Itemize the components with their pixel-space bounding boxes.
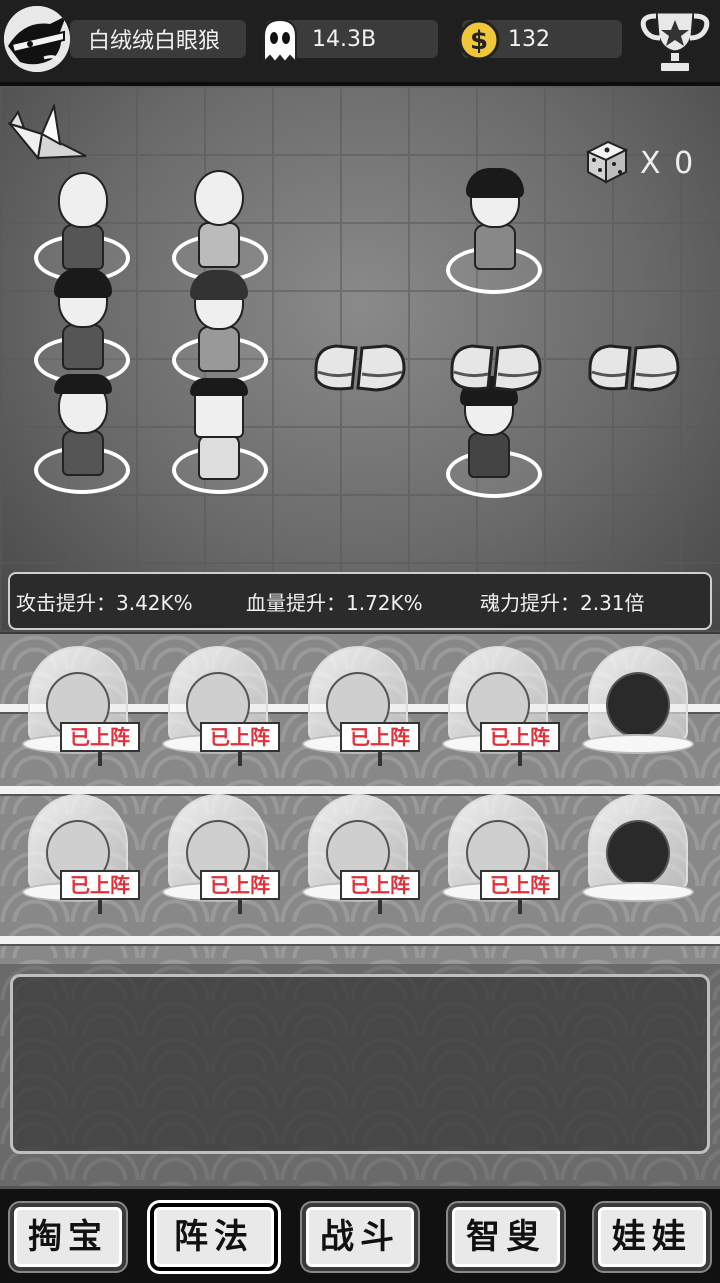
collection-slot[interactable]: 已上阵 <box>442 646 560 770</box>
broken-rock-obstacle <box>588 344 680 392</box>
shelf-divider <box>0 936 720 944</box>
unit-shocked-man[interactable] <box>44 374 122 478</box>
deployed-sign: 已上阵 <box>200 722 280 752</box>
collection-slot[interactable]: 已上阵 <box>162 646 280 770</box>
dice-counter[interactable]: X 0 <box>584 138 695 188</box>
detail-panel <box>10 974 710 1154</box>
broken-rock-obstacle <box>314 344 406 392</box>
souls-value: 14.3B <box>312 26 377 52</box>
collection-slot[interactable]: 已上阵 <box>162 794 280 918</box>
collection-slot[interactable]: 已上阵 <box>302 794 420 918</box>
deployed-sign: 已上阵 <box>340 870 420 900</box>
dollar-coin-icon: $ <box>458 19 500 65</box>
trophy-icon[interactable] <box>636 6 714 80</box>
deployed-sign: 已上阵 <box>340 722 420 752</box>
collection-slot[interactable]: 已上阵 <box>302 646 420 770</box>
unit-square-head-player[interactable] <box>180 378 258 482</box>
deployed-sign: 已上阵 <box>480 870 560 900</box>
top-bar: 白绒绒白眼狼 14.3B $ 132 <box>0 0 720 86</box>
unit-qing-official[interactable] <box>44 172 122 272</box>
unit-flat-top-boy[interactable] <box>44 268 122 372</box>
broken-rock-obstacle <box>450 344 542 392</box>
collection-slot[interactable]: 已上阵 <box>22 646 140 770</box>
paper-crane-icon[interactable] <box>7 102 88 168</box>
coins-counter: $ 132 <box>458 19 622 61</box>
formation-board[interactable]: X 0 <box>0 86 720 632</box>
collection-slot-locked[interactable] <box>582 794 694 918</box>
unit-fox-girl[interactable] <box>450 376 528 480</box>
tab-sage[interactable]: 智叟 <box>448 1203 564 1271</box>
collection-slot[interactable]: 已上阵 <box>442 794 560 918</box>
player-name-pill[interactable]: 白绒绒白眼狼 <box>70 20 246 58</box>
deployed-sign: 已上阵 <box>480 722 560 752</box>
collection-slot-locked[interactable] <box>582 646 694 770</box>
tab-formation[interactable]: 阵法 <box>150 1203 278 1271</box>
unit-matryoshka-girl[interactable] <box>180 170 258 270</box>
soul-bonus: 魂力提升：2.31倍 <box>480 590 645 615</box>
deployed-sign: 已上阵 <box>200 870 280 900</box>
unit-pig-fox-girl[interactable] <box>180 270 258 374</box>
formation-stats-bar: 攻击提升：3.42K% 血量提升：1.72K% 魂力提升：2.31倍 <box>8 572 712 630</box>
svg-text:$: $ <box>470 26 488 56</box>
collection-slot[interactable]: 已上阵 <box>22 794 140 918</box>
bottom-nav: 掏宝 阵法 战斗 智叟 娃娃 <box>0 1186 720 1283</box>
dice-count: X 0 <box>640 145 696 181</box>
character-collection: 已上阵 已上阵 已上阵 已上阵 已上阵 已上阵 已上阵 已上阵 <box>0 634 720 964</box>
player-avatar[interactable] <box>4 6 70 72</box>
attack-bonus: 攻击提升：3.42K% <box>16 590 193 615</box>
dice-icon <box>584 138 630 188</box>
player-name: 白绒绒白眼狼 <box>88 29 221 54</box>
souls-counter: 14.3B <box>263 18 438 65</box>
tab-treasure[interactable]: 掏宝 <box>10 1203 126 1271</box>
coins-value: 132 <box>508 26 550 52</box>
tab-dolls[interactable]: 娃娃 <box>594 1203 710 1271</box>
tab-battle[interactable]: 战斗 <box>302 1203 418 1271</box>
unit-snake-girl[interactable] <box>456 168 534 272</box>
hp-bonus: 血量提升：1.72K% <box>246 590 423 615</box>
deployed-sign: 已上阵 <box>60 722 140 752</box>
shelf-divider <box>0 786 720 794</box>
deployed-sign: 已上阵 <box>60 870 140 900</box>
ghost-icon <box>258 16 302 68</box>
